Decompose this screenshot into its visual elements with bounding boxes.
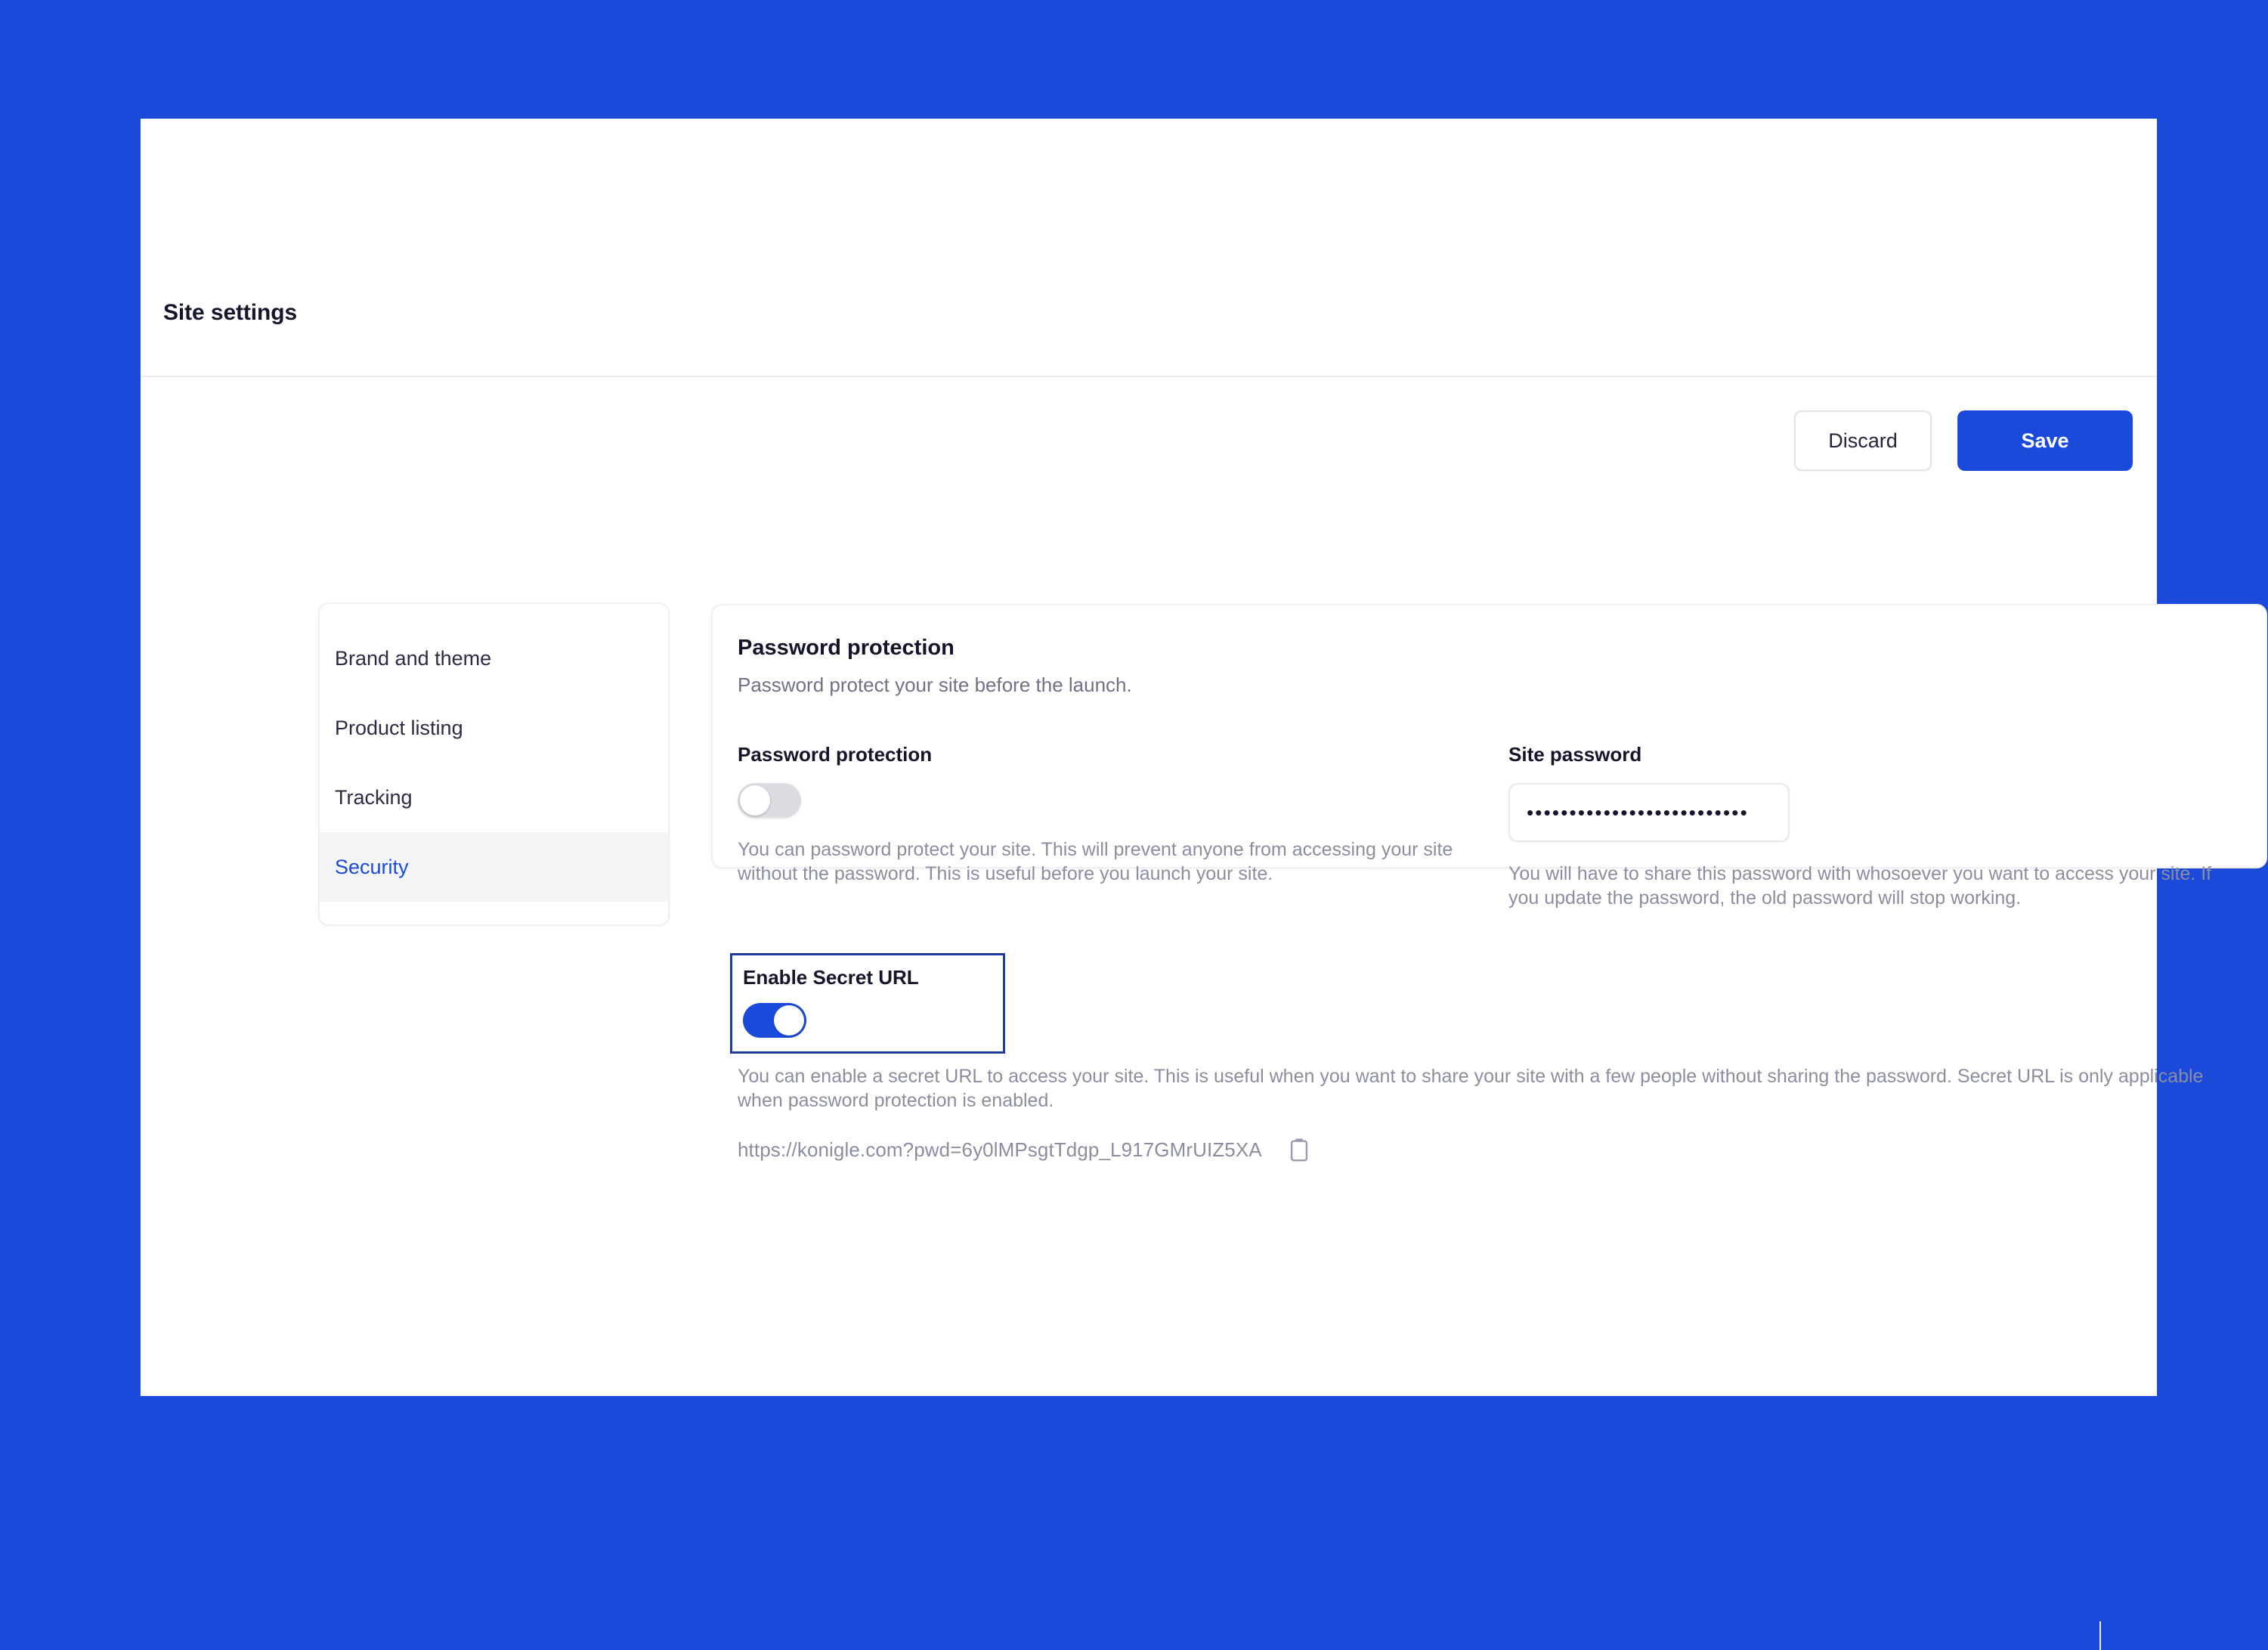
password-protection-column: Password protection You can password pro… [738,743,1508,886]
section-subtitle: Password protect your site before the la… [738,673,1132,696]
sidebar-item-label: Tracking [335,785,413,809]
toggle-knob [740,785,770,816]
app-window: Site settings Discard Save Brand and the… [141,119,2267,1650]
secret-url-label: Enable Secret URL [743,966,919,989]
toggle-knob [774,1005,804,1036]
site-password-label: Site password [1508,743,1642,766]
sidebar-item-label: Product listing [335,716,463,739]
action-bar: Discard Save [1794,410,2133,471]
secret-url-help: You can enable a secret URL to access yo… [738,1066,2204,1111]
site-password-help: You will have to share this password wit… [1508,863,2212,909]
secret-url-value[interactable]: https://konigle.com?pwd=6y0lMPsgtTdgp_L9… [738,1138,1262,1162]
secret-url-focus-box[interactable]: Enable Secret URL [730,953,1005,1054]
section-title: Password protection [738,636,955,660]
site-password-input[interactable]: •••••••••••••••••••••••••• [1508,783,1790,842]
secret-url-row: https://konigle.com?pwd=6y0lMPsgtTdgp_L9… [730,1137,2242,1162]
settings-body: Brand and theme Product listing Tracking… [141,497,2267,1650]
sidebar-item-product-listing[interactable]: Product listing [320,693,668,763]
password-protection-help: You can password protect your site. This… [738,839,1453,884]
sidebar-item-label: Security [335,855,409,878]
password-protection-toggle-wrap [738,783,1508,818]
password-protection-label: Password protection [738,743,933,766]
page-header: Site settings [141,119,2157,377]
site-password-column: Site password ••••••••••••••••••••••••••… [1508,743,2257,910]
password-protection-card-inner: Password protection Password protect you… [713,605,2266,1162]
clipboard-icon[interactable] [1286,1137,1312,1162]
settings-sidebar: Brand and theme Product listing Tracking… [318,602,670,926]
sidebar-item-security[interactable]: Security [320,832,668,902]
secret-url-toggle[interactable] [743,1003,806,1038]
save-button[interactable]: Save [1957,410,2133,471]
sidebar-item-tracking[interactable]: Tracking [320,763,668,832]
scroll-artifact [2099,1621,2101,1650]
secret-url-toggle-wrap [743,1003,992,1038]
sidebar-item-label: Brand and theme [335,646,492,670]
discard-button[interactable]: Discard [1794,410,1932,471]
password-protection-toggle[interactable] [738,783,801,818]
password-protection-card: Password protection Password protect you… [711,604,2267,1162]
secret-url-block: Enable Secret URL You can enable a secre… [730,953,2242,1162]
page-title: Site settings [163,300,298,325]
sidebar-item-brand-and-theme[interactable]: Brand and theme [320,624,668,693]
